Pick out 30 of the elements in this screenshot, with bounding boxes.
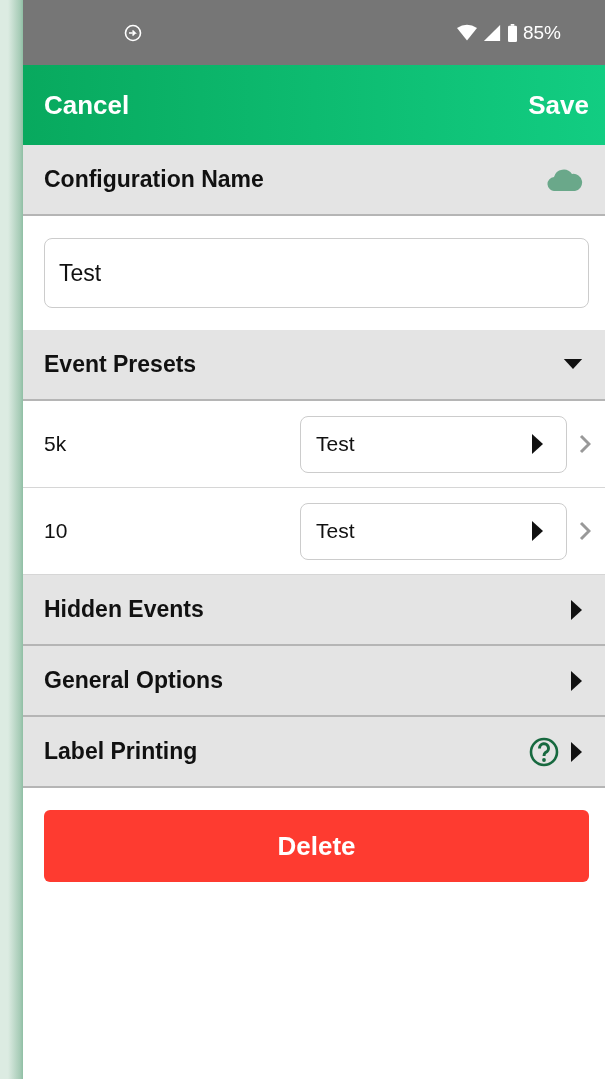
section-title: Configuration Name xyxy=(44,166,264,193)
caret-right-icon[interactable] xyxy=(571,741,583,762)
battery-icon xyxy=(506,23,518,42)
section-title: General Options xyxy=(44,667,223,694)
delete-button[interactable]: Delete xyxy=(44,810,589,882)
signal-icon xyxy=(481,23,502,42)
section-header[interactable]: Configuration Name xyxy=(23,145,605,216)
caret-right-icon[interactable] xyxy=(571,599,583,620)
battery-percent: 85% xyxy=(522,21,561,44)
cloud-icon xyxy=(547,168,583,191)
event-name: 5k xyxy=(44,432,68,456)
preset-selector[interactable]: Test xyxy=(300,502,567,560)
chevron-right-icon[interactable] xyxy=(579,434,591,454)
section-header[interactable]: General Options xyxy=(23,646,605,717)
caret-right-icon[interactable] xyxy=(571,670,583,691)
section-title: Label Printing xyxy=(44,738,198,765)
event-name: 10 xyxy=(44,519,69,543)
caret-right-icon xyxy=(532,521,544,541)
preset-selector[interactable]: Test xyxy=(300,415,567,473)
section-header[interactable]: Label Printing xyxy=(23,717,605,788)
wifi-icon xyxy=(456,23,477,42)
caret-down-icon[interactable] xyxy=(563,359,583,370)
caret-right-icon xyxy=(532,434,544,454)
chevron-right-icon[interactable] xyxy=(579,521,591,541)
section-title: Event Presets xyxy=(44,351,197,378)
section-header[interactable]: Hidden Events xyxy=(23,575,605,646)
sync-icon xyxy=(123,22,143,43)
section-title: Hidden Events xyxy=(44,596,204,623)
section-header[interactable]: Event Presets xyxy=(23,330,605,401)
name-field[interactable]: Test xyxy=(44,238,589,308)
